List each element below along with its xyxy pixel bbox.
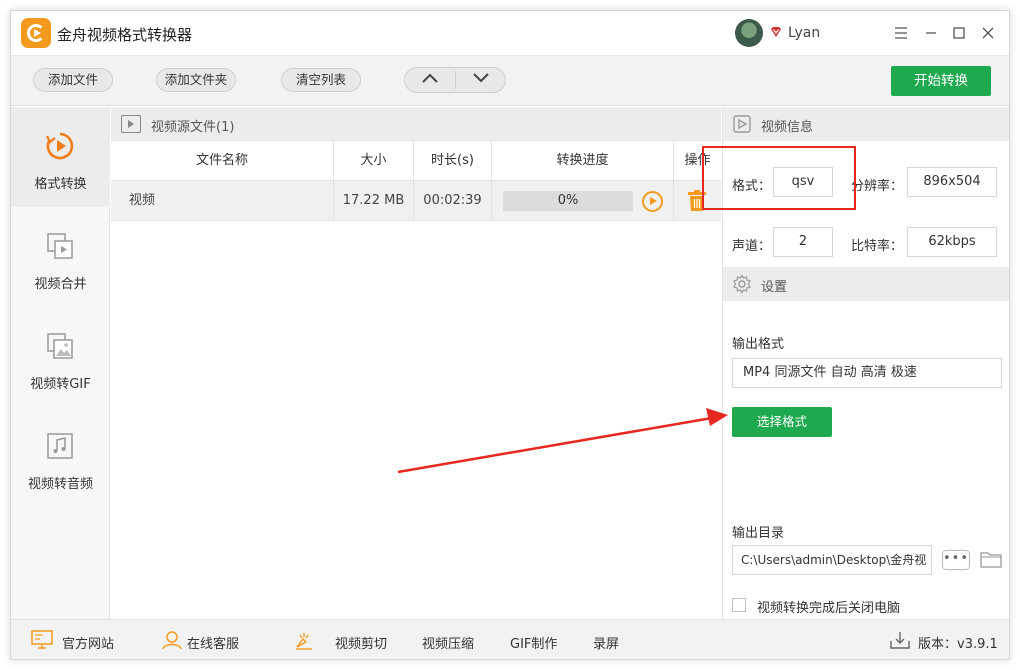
move-up-button[interactable] xyxy=(405,68,455,92)
app-logo-icon xyxy=(21,18,51,48)
video-info-header: 视频信息 xyxy=(723,107,1010,141)
output-format-label: 输出格式 xyxy=(732,333,784,352)
toolbar: 添加文件 添加文件夹 清空列表 开始转换 xyxy=(11,56,1009,106)
merge-icon xyxy=(45,231,75,261)
settings-title: 设置 xyxy=(761,276,787,295)
convert-icon xyxy=(45,131,75,161)
gif-icon xyxy=(45,331,75,361)
audio-icon xyxy=(45,431,75,461)
sidebar: 格式转换 视频合并 视频转GIF xyxy=(11,107,110,619)
video-file-icon xyxy=(121,115,141,133)
sidebar-item-video-to-audio[interactable]: 视频转音频 xyxy=(11,407,110,507)
screen-record-link[interactable]: 录屏 xyxy=(593,633,619,652)
settings-header: 设置 xyxy=(723,267,1010,301)
sidebar-item-label: 格式转换 xyxy=(11,173,110,192)
app-title: 金舟视频格式转换器 xyxy=(57,24,192,45)
bitrate-label: 比特率： xyxy=(851,235,903,254)
bitrate-value: 62kbps xyxy=(907,227,997,257)
file-name-cell: 视频 xyxy=(111,181,334,221)
video-cut-link[interactable]: 视频剪切 xyxy=(335,633,387,652)
sidebar-item-video-merge[interactable]: 视频合并 xyxy=(11,207,110,307)
username[interactable]: Lyan xyxy=(788,25,820,41)
sidebar-item-video-to-gif[interactable]: 视频转GIF xyxy=(11,307,110,407)
play-icon[interactable] xyxy=(642,191,663,212)
clear-list-button[interactable]: 清空列表 xyxy=(281,68,361,92)
add-file-button[interactable]: 添加文件 xyxy=(33,68,113,92)
toolbox-icon xyxy=(293,630,315,650)
reorder-buttons xyxy=(404,67,506,93)
online-support-link[interactable]: 在线客服 xyxy=(187,633,239,652)
vip-badge-icon xyxy=(770,26,782,38)
chevron-down-icon xyxy=(473,73,489,83)
minimize-icon[interactable] xyxy=(919,21,943,45)
output-format-field[interactable]: MP4 同源文件 自动 高清 极速 xyxy=(732,358,1002,388)
move-down-button[interactable] xyxy=(456,68,506,92)
file-duration-cell: 00:02:39 xyxy=(414,181,492,221)
menu-icon[interactable] xyxy=(889,21,913,45)
file-size-cell: 17.22 MB xyxy=(334,181,414,221)
gear-icon xyxy=(732,274,752,294)
close-icon[interactable] xyxy=(976,21,1000,45)
sidebar-item-label: 视频转音频 xyxy=(11,473,110,492)
monitor-icon xyxy=(31,630,53,650)
column-header-name[interactable]: 文件名称 xyxy=(111,141,334,181)
output-dir-field[interactable]: C:\Users\admin\Desktop\金舟视 xyxy=(732,545,932,575)
resolution-label: 分辨率： xyxy=(851,175,903,194)
video-info-icon xyxy=(733,115,751,133)
app-window: 金舟视频格式转换器 Lyan 添加文件 添加文件夹 清空列表 xyxy=(10,10,1010,660)
progress-bar: 0% xyxy=(503,191,633,211)
column-header-progress[interactable]: 转换进度 xyxy=(492,141,674,181)
official-website-link[interactable]: 官方网站 xyxy=(62,633,114,652)
version-label: 版本：v3.9.1 xyxy=(918,633,998,652)
channel-label: 声道： xyxy=(732,235,771,254)
chevron-up-icon xyxy=(422,73,438,83)
sidebar-item-label: 视频合并 xyxy=(11,273,110,292)
support-icon xyxy=(161,630,183,650)
sidebar-item-label: 视频转GIF xyxy=(11,373,110,392)
add-folder-button[interactable]: 添加文件夹 xyxy=(156,68,236,92)
video-info-title: 视频信息 xyxy=(761,116,813,135)
column-header-size[interactable]: 大小 xyxy=(334,141,414,181)
maximize-icon[interactable] xyxy=(947,21,971,45)
folder-icon[interactable] xyxy=(980,550,1002,568)
gif-maker-link[interactable]: GIF制作 xyxy=(510,633,557,652)
shutdown-label[interactable]: 视频转换完成后关闭电脑 xyxy=(757,597,900,616)
choose-format-button[interactable]: 选择格式 xyxy=(732,407,832,437)
output-dir-label: 输出目录 xyxy=(732,522,784,541)
start-convert-button[interactable]: 开始转换 xyxy=(891,66,991,96)
progress-text: 0% xyxy=(558,193,579,208)
resolution-value: 896x504 xyxy=(907,167,997,197)
shutdown-checkbox[interactable] xyxy=(732,598,746,612)
file-list-title: 视频源文件(1) xyxy=(151,116,234,135)
bottom-bar: 官方网站 在线客服 视频剪切 视频压缩 GIF制作 录屏 版本：v3.9.1 xyxy=(11,619,1009,660)
column-header-duration[interactable]: 时长(s) xyxy=(414,141,492,181)
channel-value: 2 xyxy=(773,227,833,257)
title-bar: 金舟视频格式转换器 Lyan xyxy=(11,11,1009,56)
download-icon[interactable] xyxy=(889,630,911,650)
browse-more-button[interactable]: ••• xyxy=(942,550,970,570)
table-row[interactable]: 视频 17.22 MB 00:02:39 0% xyxy=(111,181,721,221)
sidebar-item-format-convert[interactable]: 格式转换 xyxy=(11,107,110,207)
annotation-highlight-box xyxy=(702,146,856,210)
video-compress-link[interactable]: 视频压缩 xyxy=(422,633,474,652)
user-avatar[interactable] xyxy=(735,19,763,47)
file-list-panel: 视频源文件(1) 文件名称 大小 时长(s) 转换进度 操作 视频 17.22 … xyxy=(111,107,721,619)
file-list-header: 视频源文件(1) xyxy=(111,107,721,141)
